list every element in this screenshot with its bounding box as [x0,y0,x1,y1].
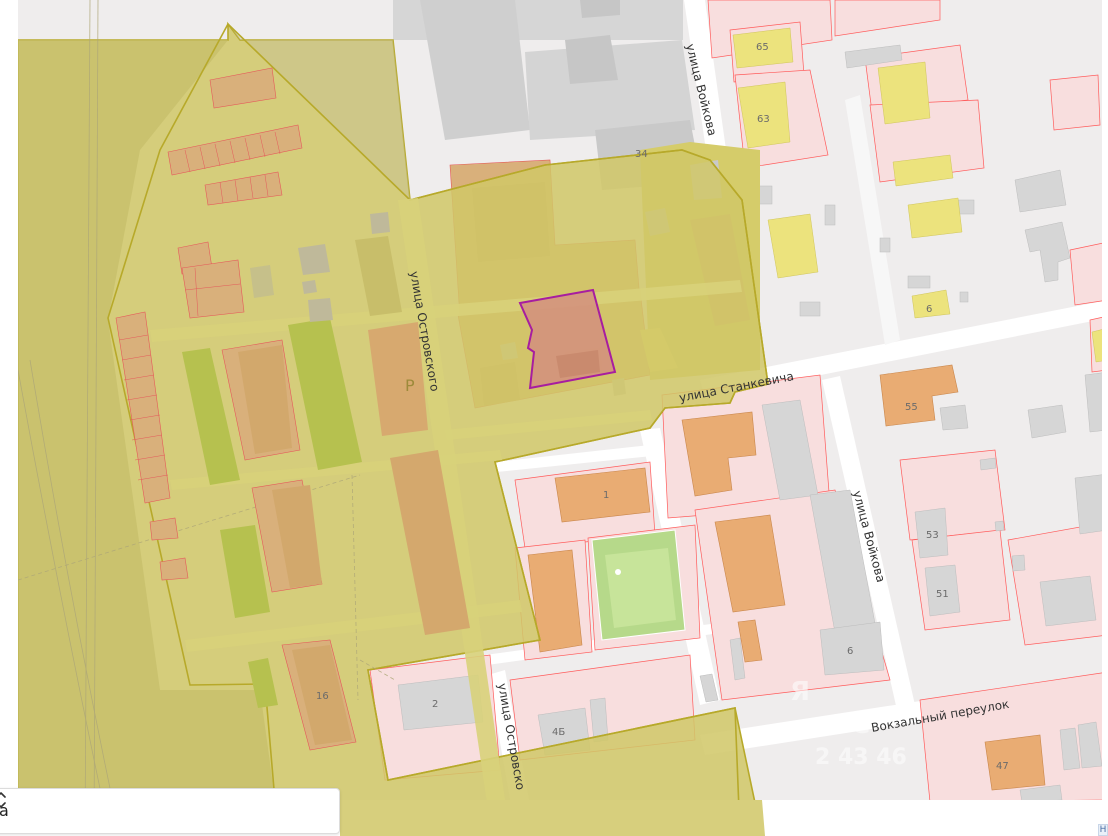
school-yard [591,529,686,641]
house-number-6-mid: 6 [847,646,853,657]
house-number-16: 16 [316,691,329,702]
house-number-51: 51 [936,589,949,600]
watermark-line1: Я [790,677,810,707]
house-number-4b: 4Б [552,727,565,738]
watermark-line3: 2 43 46 [815,745,907,770]
map-right-edge [1102,0,1108,836]
cadastral-map[interactable]: 65 63 34 6 55 1 53 51 6 2 4Б 16 47 Р Я Р… [0,0,1108,836]
zone-label: Р [405,376,415,395]
layer-select[interactable]: а [0,788,340,834]
house-number-1: 1 [603,490,609,501]
house-number-6-top: 6 [926,304,932,315]
zone-bottom-strip [340,800,765,836]
house-number-53: 53 [926,530,939,541]
map-left-edge [0,0,18,836]
house-number-34: 34 [635,149,648,160]
house-number-47: 47 [996,761,1009,772]
house-number-65: 65 [756,42,769,53]
house-number-63: 63 [757,114,770,125]
chevron-up-down-icon [0,792,6,808]
house-number-2: 2 [432,699,438,710]
house-number-55: 55 [905,402,918,413]
map-canvas[interactable]: 65 63 34 6 55 1 53 51 6 2 4Б 16 47 Р Я Р… [0,0,1108,836]
watermark-line2: РС [832,710,870,740]
corner-tag[interactable]: Н [1098,824,1108,836]
